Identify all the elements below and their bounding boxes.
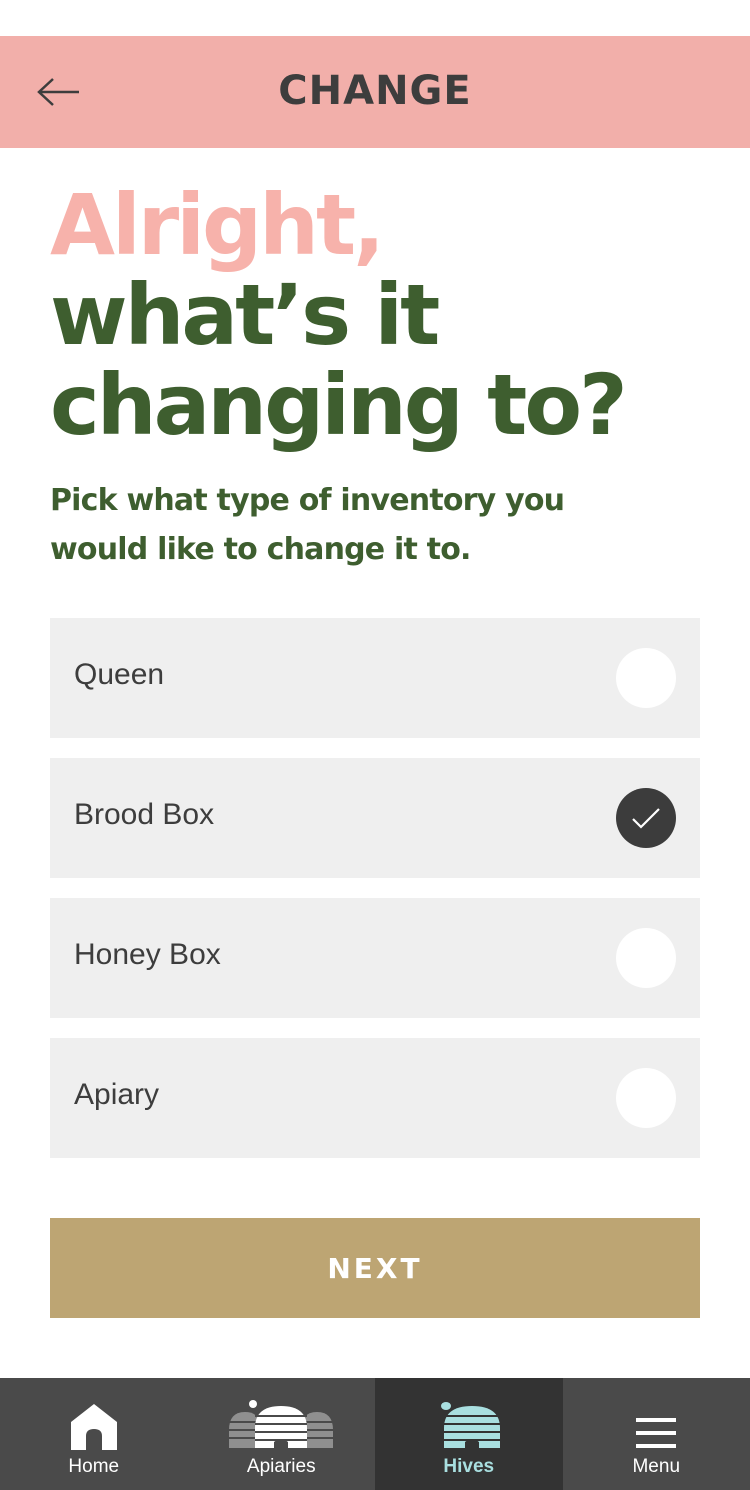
bottom-tab-bar: Home Apiaries Hives Menu	[0, 1378, 750, 1490]
tab-menu[interactable]: Menu	[563, 1378, 750, 1490]
top-bar: CHANGE	[0, 36, 750, 148]
change-inventory-screen: CHANGE Alright, what’s it changing to? P…	[0, 0, 750, 1490]
tab-label: Home	[68, 1456, 120, 1477]
instruction-text: Pick what type of inventory you would li…	[50, 476, 650, 574]
option-label: Queen	[74, 658, 165, 691]
menu-icon	[635, 1394, 677, 1450]
option-brood-box[interactable]: Brood Box	[50, 758, 700, 878]
tab-home[interactable]: Home	[0, 1378, 188, 1490]
question-heading: Alright, what’s it changing to?	[50, 180, 710, 450]
tab-label: Apiaries	[246, 1456, 316, 1477]
apiaries-icon	[227, 1394, 335, 1450]
heading-line-3: changing to?	[50, 356, 628, 454]
option-queen[interactable]: Queen	[50, 618, 700, 738]
instruction-line-2: would like to change it to.	[50, 532, 471, 567]
radio-unchecked-icon[interactable]	[616, 928, 676, 988]
heading-line-2: what’s it	[50, 266, 440, 364]
option-label: Brood Box	[74, 798, 215, 831]
tab-label: Hives	[443, 1456, 495, 1477]
status-bar	[0, 0, 750, 36]
home-icon	[69, 1394, 119, 1450]
heading-accent: Alright,	[50, 176, 385, 274]
option-label: Apiary	[74, 1078, 160, 1111]
next-button[interactable]: NEXT	[50, 1218, 700, 1318]
option-honey-box[interactable]: Honey Box	[50, 898, 700, 1018]
radio-unchecked-icon[interactable]	[616, 648, 676, 708]
instruction-line-1: Pick what type of inventory you	[50, 483, 565, 518]
tab-label: Menu	[632, 1456, 681, 1477]
option-apiary[interactable]: Apiary	[50, 1038, 700, 1158]
page-title: CHANGE	[278, 68, 472, 114]
radio-checked-icon[interactable]	[616, 788, 676, 848]
tab-apiaries[interactable]: Apiaries	[188, 1378, 376, 1490]
tab-hives[interactable]: Hives	[375, 1378, 563, 1490]
hive-icon	[436, 1394, 502, 1450]
checkmark-icon	[632, 808, 660, 829]
inventory-type-options: Queen Brood Box Honey Box Apiary	[50, 618, 700, 1178]
radio-unchecked-icon[interactable]	[616, 1068, 676, 1128]
option-label: Honey Box	[74, 938, 221, 971]
